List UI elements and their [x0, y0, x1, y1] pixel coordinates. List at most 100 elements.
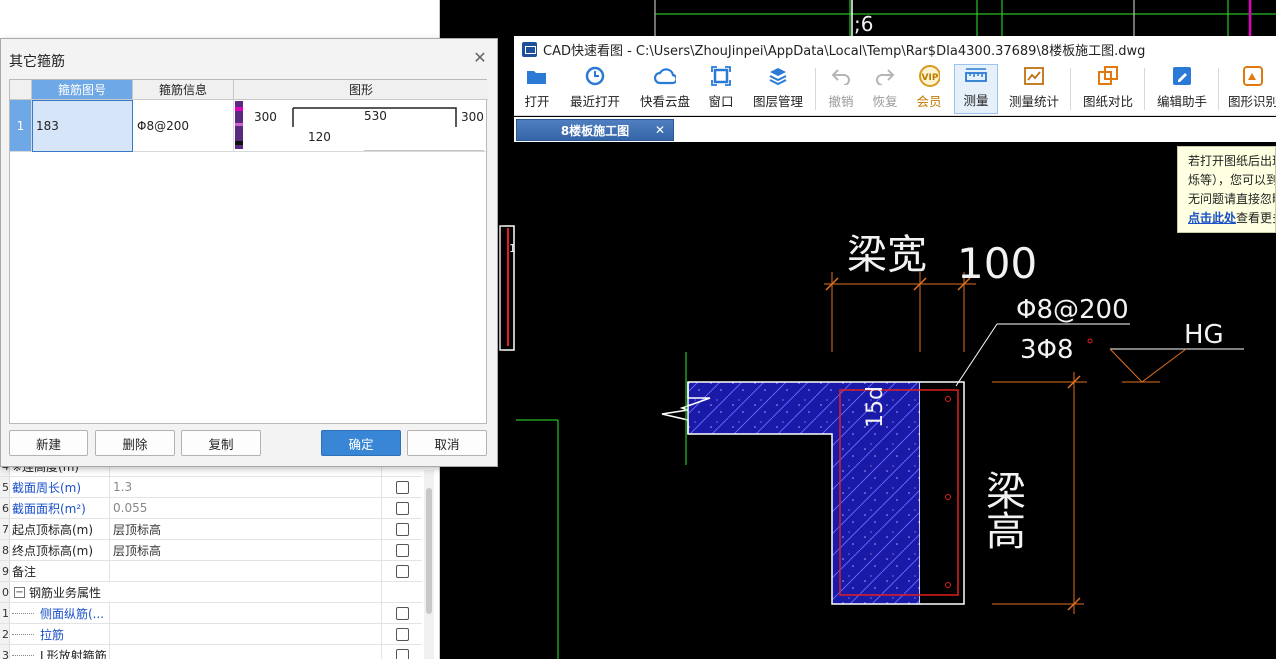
hint-text: 烁等），您可以到: [1188, 173, 1276, 187]
column-header-shape[interactable]: 图形: [234, 80, 488, 100]
property-name: 起点顶标高(m): [10, 519, 110, 539]
property-checkbox-cell: [382, 540, 422, 560]
toolbar-edit-assistant-button[interactable]: 编辑助手: [1154, 64, 1210, 114]
cancel-button[interactable]: 取消: [407, 430, 487, 456]
property-row-number: 5: [0, 477, 10, 497]
toolbar-label: 测量统计: [1008, 94, 1059, 109]
property-name: L形放射箍筋: [10, 645, 110, 659]
delete-button[interactable]: 删除: [95, 430, 175, 456]
cell-shape-no[interactable]: 183: [32, 100, 133, 152]
property-name: 侧面纵筋(...: [10, 603, 110, 623]
toolbar-label: 图层管理: [752, 94, 803, 109]
property-row[interactable]: 0− 钢筋业务属性: [0, 582, 422, 603]
property-checkbox[interactable]: [395, 480, 409, 494]
property-name-text: 钢筋业务属性: [29, 585, 102, 600]
toolbar-label: 恢复: [872, 94, 898, 109]
property-row[interactable]: 3 L形放射箍筋: [0, 645, 422, 659]
property-name-text: 侧面纵筋(...: [40, 606, 105, 621]
stirrup-shape-diagram: 300 530 300 120: [235, 100, 484, 151]
clock-icon: [584, 65, 606, 87]
property-row[interactable]: 6 截面面积(m²) 0.055: [0, 498, 422, 519]
property-name: 拉筋: [10, 624, 110, 644]
toolbar-vip-button[interactable]: VIP 会员: [912, 64, 946, 114]
property-checkbox[interactable]: [395, 648, 409, 659]
property-value[interactable]: [110, 603, 382, 623]
toolbar-measure-button[interactable]: 测量: [954, 64, 998, 114]
ruler-icon: [965, 65, 987, 86]
cad-window-titlebar: CAD快速看图 - C:\Users\ZhouJinpei\AppData\Lo…: [514, 36, 1276, 62]
beam-width-value: 100: [957, 239, 1037, 288]
property-value[interactable]: [110, 645, 382, 659]
property-name: 截面面积(m²): [10, 498, 110, 518]
toolbar-cloud-button[interactable]: 快看云盘: [636, 64, 694, 114]
toolbar-open-button[interactable]: 打开: [520, 64, 554, 114]
longitudinal-rebar-text: 3Φ8: [1020, 335, 1074, 365]
toolbar-undo-button[interactable]: 撤销: [824, 64, 858, 114]
cad-toolbar: 打开 最近打开 快看云盘 窗口 图层管理 撤销 恢复 VIP 会员 测量 测量统…: [514, 62, 1276, 116]
dialog-title: 其它箍筋: [9, 54, 65, 70]
tree-connector: [12, 612, 34, 614]
collapse-icon[interactable]: −: [14, 586, 25, 598]
property-name-text: 截面面积(m²): [12, 501, 86, 516]
property-checkbox[interactable]: [395, 606, 409, 620]
property-checkbox-cell: [382, 645, 422, 659]
property-value[interactable]: [110, 561, 382, 581]
property-row[interactable]: 9 备注: [0, 561, 422, 582]
toolbar-layers-button[interactable]: 图层管理: [750, 64, 806, 114]
property-name-text: 备注: [12, 564, 37, 579]
property-value[interactable]: 层顶标高: [110, 519, 382, 539]
cad-window-title: CAD快速看图 - C:\Users\ZhouJinpei\AppData\Lo…: [543, 43, 1146, 59]
toolbar-measure-stats-button[interactable]: 测量统计: [1006, 64, 1062, 114]
property-checkbox[interactable]: [395, 543, 409, 557]
hint-link[interactable]: 点击此处: [1188, 211, 1236, 225]
property-row-number: 9: [0, 561, 10, 581]
vip-icon: VIP: [918, 65, 940, 87]
column-header-shape-no[interactable]: 箍筋图号: [32, 80, 133, 100]
property-value[interactable]: [110, 624, 382, 644]
property-row[interactable]: 1 侧面纵筋(...: [0, 603, 422, 624]
undo-icon: [830, 65, 852, 87]
property-row-number: 7: [0, 519, 10, 539]
tab-close-icon[interactable]: ✕: [655, 123, 667, 137]
property-checkbox[interactable]: [395, 501, 409, 515]
document-tab[interactable]: 8楼板施工图 ✕: [516, 119, 674, 141]
property-name-text: L形放射箍筋: [40, 648, 107, 659]
property-row[interactable]: 2 拉筋: [0, 624, 422, 645]
cell-stirrup-info[interactable]: Φ8@200: [133, 100, 234, 152]
beam-height-label: 梁高: [979, 470, 1025, 550]
stirrup-table: 箍筋图号 箍筋信息 图形 1 183 Φ8@200 300 530 300 12…: [9, 79, 488, 424]
dialog-close-icon[interactable]: ✕: [471, 49, 489, 67]
property-checkbox[interactable]: [395, 627, 409, 641]
property-value[interactable]: 0.055: [110, 498, 382, 518]
property-value[interactable]: 层顶标高: [110, 540, 382, 560]
toolbar-shape-recognize-button[interactable]: 图形识别: [1228, 64, 1276, 114]
property-name: − 钢筋业务属性: [10, 582, 382, 602]
ok-button[interactable]: 确定: [321, 430, 401, 456]
property-row[interactable]: 5 截面周长(m) 1.3: [0, 477, 422, 498]
property-name: 终点顶标高(m): [10, 540, 110, 560]
compare-icon: [1097, 65, 1119, 87]
scrollbar-thumb[interactable]: [426, 488, 432, 614]
property-value[interactable]: 1.3: [110, 477, 382, 497]
hg-label: HG: [1184, 320, 1224, 350]
toolbar-window-button[interactable]: 窗口: [704, 64, 738, 114]
new-button[interactable]: 新建: [9, 430, 88, 456]
property-row[interactable]: 7 起点顶标高(m) 层顶标高: [0, 519, 422, 540]
property-name-text: 截面周长(m): [12, 480, 82, 495]
property-checkbox[interactable]: [395, 564, 409, 578]
property-row-number: 2: [0, 624, 10, 644]
property-scrollbar[interactable]: [424, 470, 434, 659]
shape-recognize-icon: [1242, 65, 1264, 87]
chart-icon: [1023, 65, 1045, 87]
copy-button[interactable]: 复制: [181, 430, 261, 456]
toolbar-compare-button[interactable]: 图纸对比: [1080, 64, 1136, 114]
toolbar-redo-button[interactable]: 恢复: [868, 64, 902, 114]
column-header-info[interactable]: 箍筋信息: [133, 80, 234, 100]
property-checkbox[interactable]: [395, 522, 409, 536]
row-number[interactable]: 1: [10, 100, 32, 152]
toolbar-recent-button[interactable]: 最近打开: [566, 64, 624, 114]
property-row-number: 1: [0, 603, 10, 623]
property-row[interactable]: 8 终点顶标高(m) 层顶标高: [0, 540, 422, 561]
cell-stirrup-shape[interactable]: 300 530 300 120: [234, 100, 488, 152]
stirrup-spec-text: Φ8@200: [1016, 295, 1129, 325]
